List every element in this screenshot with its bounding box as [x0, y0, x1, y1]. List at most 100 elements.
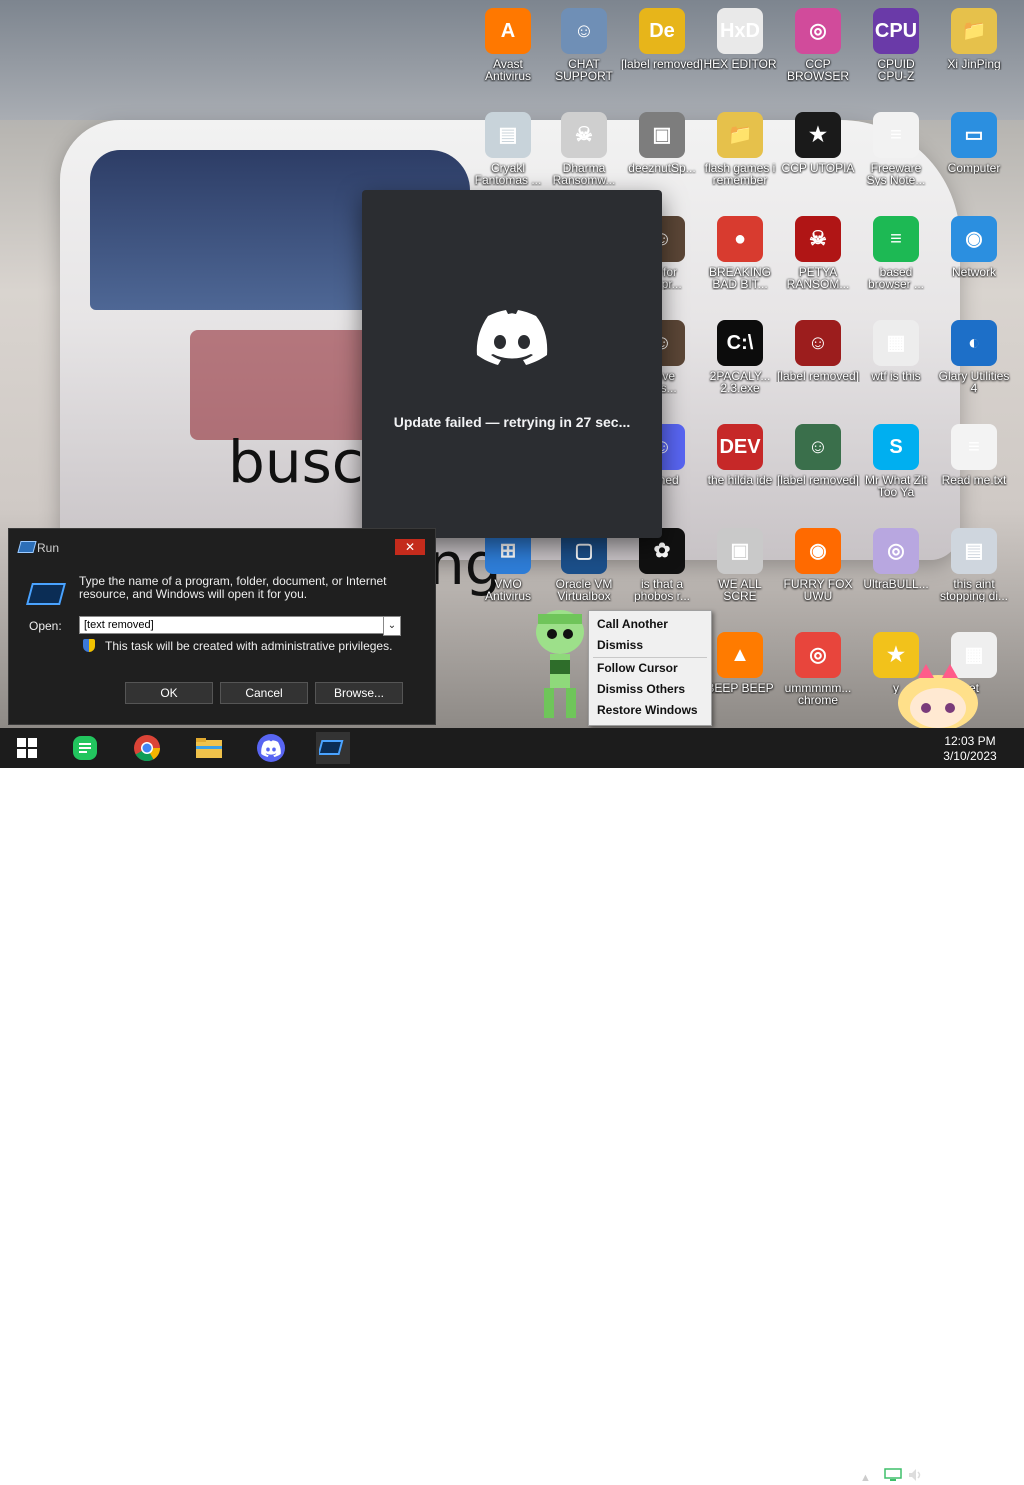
desktop-icon-label: is that a phobos r... — [633, 578, 691, 602]
taskbar-app-green[interactable] — [68, 732, 102, 764]
menu-item-follow-cursor[interactable]: Follow Cursor — [597, 661, 678, 675]
desktop-icon-label: Cryakl Fantomas ... — [474, 162, 542, 186]
desktop-icon[interactable]: ◉ Network — [932, 216, 1016, 278]
clock[interactable]: 12:03 PM 3/10/2023 — [940, 734, 1000, 764]
wallpaper-text: busc — [228, 428, 364, 496]
desktop-icon-label: PETYA RANSOM... — [786, 266, 850, 290]
desktop-icon-label: Dharma Ransomw... — [552, 162, 616, 186]
start-button[interactable] — [10, 732, 44, 764]
desktop-icon-label: [label removed] — [776, 370, 860, 382]
cancel-button[interactable]: Cancel — [220, 682, 308, 704]
volume-icon[interactable] — [908, 1468, 924, 1485]
desktop-icon-label: Xi JinPing — [947, 58, 1001, 70]
app-icon: ◐ — [951, 320, 997, 366]
desktop-icon[interactable]: 📁 Xi JinPing — [932, 8, 1016, 70]
app-icon: 📁 — [717, 112, 763, 158]
desktop-icon[interactable]: A Avast Antivirus — [466, 8, 550, 82]
desktop-icon[interactable]: ☠ PETYA RANSOM... — [776, 216, 860, 290]
desktop-icon-label: FURRY FOX UWU — [783, 578, 853, 602]
desktop-icon[interactable]: CPU CPUID CPU-Z — [854, 8, 938, 82]
desktop-buddy-character[interactable] — [530, 604, 590, 724]
menu-item-restore-windows[interactable]: Restore Windows — [597, 703, 698, 717]
discord-update-window: Update failed — retrying in 27 sec... — [362, 190, 662, 538]
desktop-icon[interactable]: ≡ based browser ... — [854, 216, 938, 290]
app-icon: ◉ — [795, 528, 841, 574]
show-hidden-icons-button[interactable]: ▲ — [860, 1472, 871, 1484]
desktop-icon-label: HEX EDITOR — [703, 58, 777, 70]
desktop-icon-label: WE ALL SCRE — [718, 578, 762, 602]
desktop-icon[interactable]: ▭ Computer — [932, 112, 1016, 174]
desktop-icon-label: CCP UTOPIA — [781, 162, 855, 174]
app-icon: ◉ — [951, 216, 997, 262]
app-icon: ◎ — [795, 8, 841, 54]
menu-divider — [593, 657, 707, 658]
desktop-icon[interactable]: ☠ Dharma Ransomw... — [542, 112, 626, 186]
run-app-icon — [17, 541, 37, 553]
taskbar-run[interactable] — [316, 732, 350, 764]
taskbar-chrome[interactable] — [130, 732, 164, 764]
desktop-icon-label: this aint stopping di... — [939, 578, 1009, 602]
sticker-character — [898, 664, 978, 728]
desktop-icon-label: Computer — [947, 162, 1001, 174]
desktop-icon[interactable]: ▦ wtf is this — [854, 320, 938, 382]
desktop-icon[interactable]: ● BREAKING BAD BIT... — [698, 216, 782, 290]
desktop-icon[interactable]: DEV the hilda ide — [698, 424, 782, 486]
menu-item-call-another[interactable]: Call Another — [597, 617, 668, 631]
discord-icon — [257, 734, 285, 762]
desktop-icon[interactable]: ☺ CHAT SUPPORT — [542, 8, 626, 82]
desktop-icon[interactable]: C:\ 2PACALY... 2.3.exe — [698, 320, 782, 394]
app-icon: ▣ — [639, 112, 685, 158]
desktop-icon[interactable]: ◎ CCP BROWSER — [776, 8, 860, 82]
app-icon: ▭ — [951, 112, 997, 158]
desktop-icon[interactable]: S Mr What Zit Too Ya — [854, 424, 938, 498]
app-icon: ▣ — [717, 528, 763, 574]
desktop-icon[interactable]: ⊞ VMO Antivirus — [466, 528, 550, 602]
taskbar-discord[interactable] — [254, 732, 288, 764]
desktop-icon[interactable]: ☺ [label removed] — [776, 320, 860, 382]
run-dialog: Run ✕ Type the name of a program, folder… — [8, 528, 436, 725]
desktop-icon[interactable]: ★ CCP UTOPIA — [776, 112, 860, 174]
desktop-icon[interactable]: ◎ ummmmm... chrome — [776, 632, 860, 706]
ok-button[interactable]: OK — [125, 682, 213, 704]
app-icon: ▲ — [717, 632, 763, 678]
desktop-icon[interactable]: De [label removed] — [620, 8, 704, 70]
network-monitor-icon — [884, 1468, 902, 1481]
desktop-icon[interactable]: ▣ deeznutSp... — [620, 112, 704, 174]
clock-date: 3/10/2023 — [943, 749, 997, 763]
taskbar: ▲ — [0, 728, 1024, 1484]
desktop-icon[interactable]: ◎ UltraBULL... — [854, 528, 938, 590]
taskbar-file-explorer[interactable] — [192, 732, 226, 764]
desktop-icon[interactable]: ▤ Cryakl Fantomas ... — [466, 112, 550, 186]
desktop-icon-label: [label removed] — [620, 58, 704, 70]
desktop-icon[interactable]: 📁 flash games i remember — [698, 112, 782, 186]
app-icon: C:\ — [717, 320, 763, 366]
desktop-icon[interactable]: ▤ this aint stopping di... — [932, 528, 1016, 602]
desktop-icon[interactable]: ▣ WE ALL SCRE — [698, 528, 782, 602]
app-icon: ▦ — [873, 320, 919, 366]
desktop-icon-label: UltraBULL... — [863, 578, 929, 590]
desktop-icon[interactable]: ≡ Read me.txt — [932, 424, 1016, 486]
run-description: Type the name of a program, folder, docu… — [79, 574, 387, 601]
desktop-icon[interactable]: ◉ FURRY FOX UWU — [776, 528, 860, 602]
desktop-icon[interactable]: HxD HEX EDITOR — [698, 8, 782, 70]
close-button[interactable]: ✕ — [395, 539, 425, 555]
app-icon: ≡ — [951, 424, 997, 470]
desktop-icon[interactable]: ▢ Oracle VM Virtualbox — [542, 528, 626, 602]
browse-button[interactable]: Browse... — [315, 682, 403, 704]
network-icon[interactable] — [884, 1468, 902, 1485]
run-command-input[interactable] — [79, 616, 389, 634]
desktop-icon[interactable]: ☺ [label removed] — [776, 424, 860, 486]
desktop-icon[interactable]: ≡ Freeware Sys Note... — [854, 112, 938, 186]
desktop-icon-label: BREAKING BAD BIT... — [708, 266, 771, 290]
desktop-icon[interactable]: ✿ is that a phobos r... — [620, 528, 704, 602]
chrome-icon — [134, 735, 161, 762]
run-icon — [26, 583, 66, 605]
desktop-icon[interactable]: ◐ Glary Utilities 4 — [932, 320, 1016, 394]
desktop-icon-label: Avast Antivirus — [484, 58, 531, 82]
chat-bubble-icon — [73, 736, 97, 760]
menu-item-dismiss-others[interactable]: Dismiss Others — [597, 682, 685, 696]
chevron-down-icon[interactable]: ⌄ — [383, 616, 401, 636]
app-icon: ☺ — [561, 8, 607, 54]
menu-item-dismiss[interactable]: Dismiss — [597, 638, 643, 652]
app-icon: ● — [717, 216, 763, 262]
